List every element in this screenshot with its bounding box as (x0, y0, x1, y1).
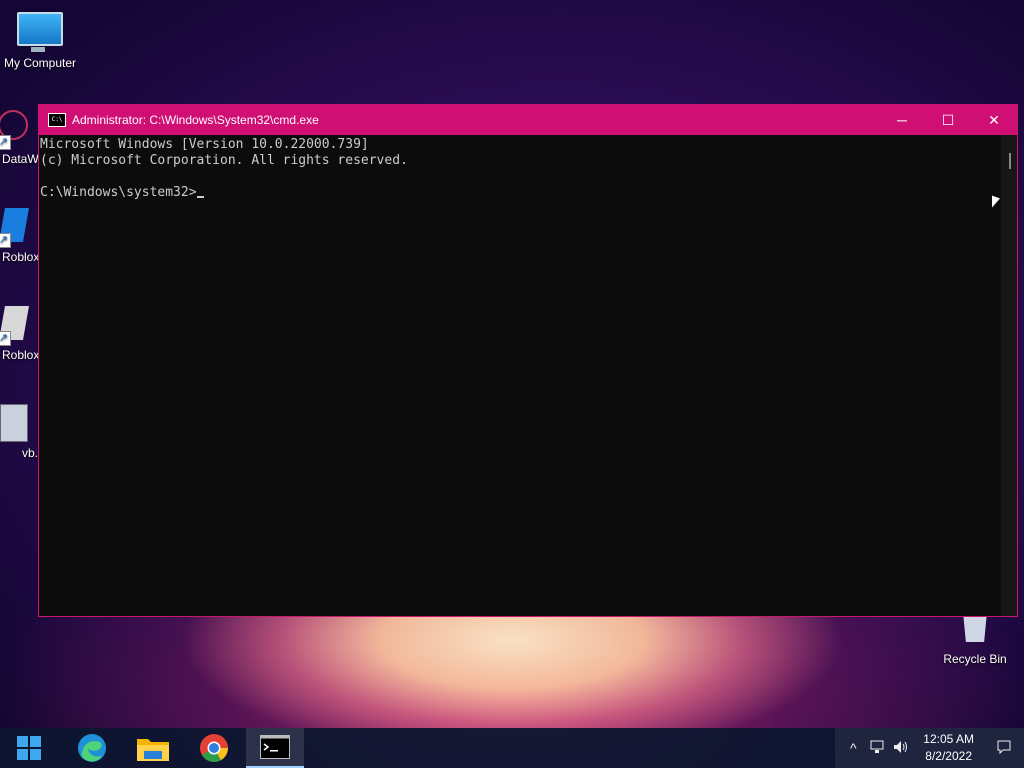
cmd-window[interactable]: C:\ Administrator: C:\Windows\System32\c… (38, 104, 1018, 617)
desktop-icon-my-computer[interactable]: My Computer (0, 12, 80, 70)
desktop-icon-label: My Computer (3, 56, 77, 70)
mouse-pointer-icon (992, 195, 1000, 211)
start-button[interactable] (0, 728, 58, 768)
desktop-icon-vb[interactable]: vb. (0, 404, 42, 460)
window-title: Administrator: C:\Windows\System32\cmd.e… (72, 113, 319, 127)
show-hidden-icons-chevron-icon[interactable]: ^ (841, 740, 865, 756)
maximize-button[interactable]: ☐ (925, 105, 971, 135)
scrollbar-thumb[interactable] (1009, 153, 1011, 169)
minimize-button[interactable]: ─ (879, 105, 925, 135)
roblox-icon: ↗ (0, 208, 29, 248)
computer-icon (17, 12, 63, 52)
chrome-icon (200, 734, 228, 762)
desktop-icon-label: DataW (2, 152, 39, 166)
desktop-icon-label: Recycle Bin (943, 652, 1007, 666)
desktop-icon-dataw[interactable]: ↗ DataW (0, 110, 42, 166)
desktop-icon-label: Roblox (2, 348, 40, 362)
desktop-icon-roblox-player[interactable]: ↗ Roblox (0, 208, 42, 264)
vertical-scrollbar[interactable] (1001, 135, 1017, 616)
clock-date: 8/2/2022 (925, 749, 972, 763)
start-icon (17, 736, 41, 760)
close-button[interactable]: ✕ (971, 105, 1017, 135)
shortcut-arrow-icon: ↗ (0, 233, 11, 248)
notification-icon[interactable] (984, 739, 1024, 758)
roblox-studio-icon: ↗ (0, 306, 29, 346)
desktop-icon-roblox-studio[interactable]: ↗ Roblox (0, 306, 42, 362)
console-prompt-line[interactable]: C:\Windows\system32> (40, 185, 1001, 201)
clock-time: 12:05 AM (923, 732, 974, 746)
taskbar-chrome-button[interactable] (185, 728, 243, 768)
cmd-icon (260, 735, 290, 759)
console-line: Microsoft Windows [Version 10.0.22000.73… (40, 137, 369, 152)
system-tray: ^ 12:05 AM 8/2/2022 (835, 728, 1024, 768)
file-explorer-icon (137, 739, 169, 761)
text-cursor (196, 196, 204, 198)
desktop-icon-label: vb. (22, 446, 39, 460)
shortcut-arrow-icon: ↗ (0, 331, 11, 346)
volume-icon[interactable] (889, 739, 913, 758)
taskbar-cmd-button[interactable] (246, 728, 304, 768)
network-icon[interactable] (865, 739, 889, 758)
shortcut-arrow-icon: ↗ (0, 135, 11, 150)
taskbar: ^ 12:05 AM 8/2/2022 (0, 728, 1024, 768)
desktop-icon-recycle-bin[interactable]: Recycle Bin (935, 612, 1015, 666)
taskbar-edge-button[interactable] (63, 728, 121, 768)
vb-script-icon (0, 404, 28, 444)
taskbar-file-explorer-button[interactable] (124, 728, 182, 768)
console-output[interactable]: Microsoft Windows [Version 10.0.22000.73… (39, 135, 1001, 616)
app-shortcut-icon: ↗ (0, 110, 28, 150)
cmd-icon: C:\ (48, 113, 66, 127)
window-titlebar[interactable]: C:\ Administrator: C:\Windows\System32\c… (39, 105, 1017, 135)
desktop-icon-label: Roblox (2, 250, 40, 264)
clock[interactable]: 12:05 AM 8/2/2022 (913, 731, 984, 765)
console-prompt: C:\Windows\system32> (40, 185, 197, 200)
console-line: (c) Microsoft Corporation. All rights re… (40, 153, 408, 168)
edge-icon (78, 734, 106, 762)
